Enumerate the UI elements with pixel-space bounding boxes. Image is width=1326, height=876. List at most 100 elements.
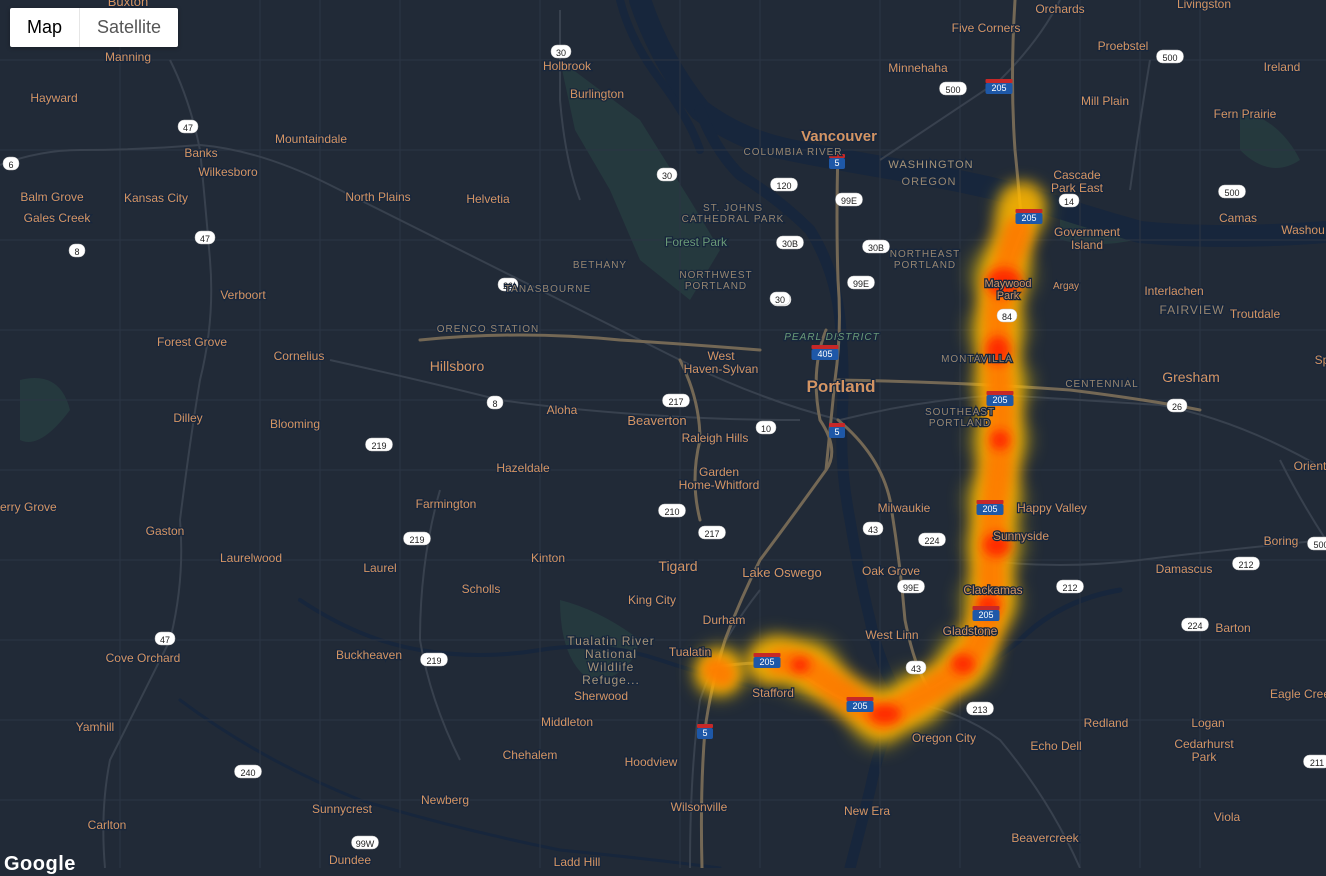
place-label: Ladd Hill <box>554 855 601 868</box>
place-label: Middleton <box>541 715 593 729</box>
place-label: Barton <box>1215 621 1250 635</box>
route-shield: 30 <box>551 45 571 58</box>
place-label: BETHANY <box>573 260 627 271</box>
place-label: Helvetia <box>466 192 510 206</box>
place-label: Mill Plain <box>1081 94 1129 108</box>
place-label: Echo Dell <box>1030 739 1081 753</box>
route-shield-number: 8 <box>74 247 79 257</box>
route-shield: 212 <box>1057 580 1084 593</box>
place-label: Boring <box>1264 534 1299 548</box>
place-label: Interlachen <box>1144 284 1203 298</box>
place-label: Milwaukie <box>878 501 931 515</box>
place-label: Vancouver <box>801 128 877 145</box>
place-label: Ireland <box>1264 60 1301 74</box>
place-label: Viola <box>1214 810 1241 824</box>
place-label: Laurel <box>363 561 396 575</box>
place-label: Raleigh Hills <box>682 431 749 445</box>
route-shield: 205 <box>986 79 1013 94</box>
place-label: Newberg <box>421 793 469 807</box>
route-shield-number: 120 <box>776 181 791 191</box>
route-shield-number: 219 <box>426 656 441 666</box>
route-shield-number: 47 <box>200 234 210 244</box>
route-shield-number: 99W <box>356 839 375 849</box>
route-shield-number: 30B <box>868 243 884 253</box>
place-label: PEARL DISTRICT <box>784 332 880 343</box>
place-label: Banks <box>184 146 217 160</box>
map-svg[interactable]: 304764782682192192194724099W303012099E30… <box>0 0 1326 868</box>
route-shield: 224 <box>1182 618 1209 631</box>
route-shield: 205 <box>754 653 781 668</box>
place-label: Sp <box>1315 353 1326 367</box>
place-label: Beaverton <box>627 413 686 428</box>
place-label: Sunnyside <box>993 529 1049 543</box>
route-shield: 30B <box>863 240 890 253</box>
route-shield: 47 <box>178 120 198 133</box>
route-shield-number: 240 <box>240 768 255 778</box>
map-type-satellite-button[interactable]: Satellite <box>80 8 178 47</box>
route-shield: 217 <box>663 394 690 407</box>
place-label: Dilley <box>173 411 202 425</box>
place-label: CascadePark East <box>1051 168 1104 195</box>
route-shield: 99E <box>898 580 925 593</box>
place-label: Tigard <box>658 558 697 574</box>
place-label: Eagle Cree <box>1270 687 1326 701</box>
map-canvas[interactable]: 304764782682192192194724099W303012099E30… <box>0 0 1326 868</box>
place-label: Orchards <box>1035 2 1084 16</box>
route-shield-number: 212 <box>1062 583 1077 593</box>
place-label: Argay <box>1053 281 1079 292</box>
route-shield-number: 211 <box>1310 758 1324 768</box>
place-label: Kinton <box>531 551 565 565</box>
place-label: CENTENNIAL <box>1065 379 1138 390</box>
route-shield-number: 5 <box>834 158 839 168</box>
route-shield: 99E <box>836 193 863 206</box>
route-shield: 211 <box>1304 755 1326 768</box>
route-shield-number: 212 <box>1238 560 1253 570</box>
place-label: Gales Creek <box>24 211 92 225</box>
place-label: erry Grove <box>0 500 57 514</box>
route-shield: 500 <box>1157 50 1184 63</box>
route-shield-number: 99E <box>841 196 857 206</box>
place-label: Dundee <box>329 853 371 867</box>
place-label: SOUTHEASTPORTLAND <box>925 407 995 429</box>
route-shield: 219 <box>404 532 431 545</box>
place-label: Chehalem <box>503 748 558 762</box>
route-shield-number: 8 <box>492 399 497 409</box>
route-shield: 43 <box>863 522 883 535</box>
place-label: Buckheaven <box>336 648 402 662</box>
route-shield-number: 6 <box>8 160 13 170</box>
place-label: Gaston <box>146 524 185 538</box>
google-logo: Google <box>4 853 76 876</box>
place-label: Durham <box>703 613 746 627</box>
route-shield-number: 224 <box>1187 621 1202 631</box>
route-shield-number: 219 <box>409 535 424 545</box>
route-shield: 500 <box>940 82 967 95</box>
route-shield-number: 30 <box>662 171 672 181</box>
route-shield: 6 <box>3 157 19 170</box>
route-shield-number: 205 <box>852 701 867 711</box>
place-label: Wilsonville <box>671 800 728 814</box>
place-label: Five Corners <box>952 21 1021 35</box>
place-label: King City <box>628 593 676 607</box>
place-label: MONTAVILLA <box>941 354 1013 365</box>
place-label: Carlton <box>88 818 127 832</box>
map-type-control: Map Satellite <box>10 8 178 47</box>
place-label: Yamhill <box>76 720 114 734</box>
place-label: Damascus <box>1156 562 1213 576</box>
place-label: OREGON <box>902 176 957 188</box>
route-shield-number: 205 <box>759 657 774 667</box>
map-type-map-button[interactable]: Map <box>10 8 79 47</box>
route-shield-number: 5 <box>834 427 839 437</box>
place-label: Lake Oswego <box>742 565 822 580</box>
route-shield-number: 500 <box>1162 53 1177 63</box>
place-label: Hazeldale <box>496 461 550 475</box>
route-shield: 30 <box>770 292 790 305</box>
place-label: Aloha <box>547 403 578 417</box>
route-shield: 500 <box>1308 537 1326 550</box>
route-shield: 405 <box>812 345 839 360</box>
place-label: Mountaindale <box>275 132 347 146</box>
route-shield: 219 <box>366 438 393 451</box>
route-shield: 47 <box>155 632 175 645</box>
place-label: Camas <box>1219 211 1257 225</box>
place-label: COLUMBIA RIVER <box>743 147 842 158</box>
place-label: Hayward <box>30 91 77 105</box>
